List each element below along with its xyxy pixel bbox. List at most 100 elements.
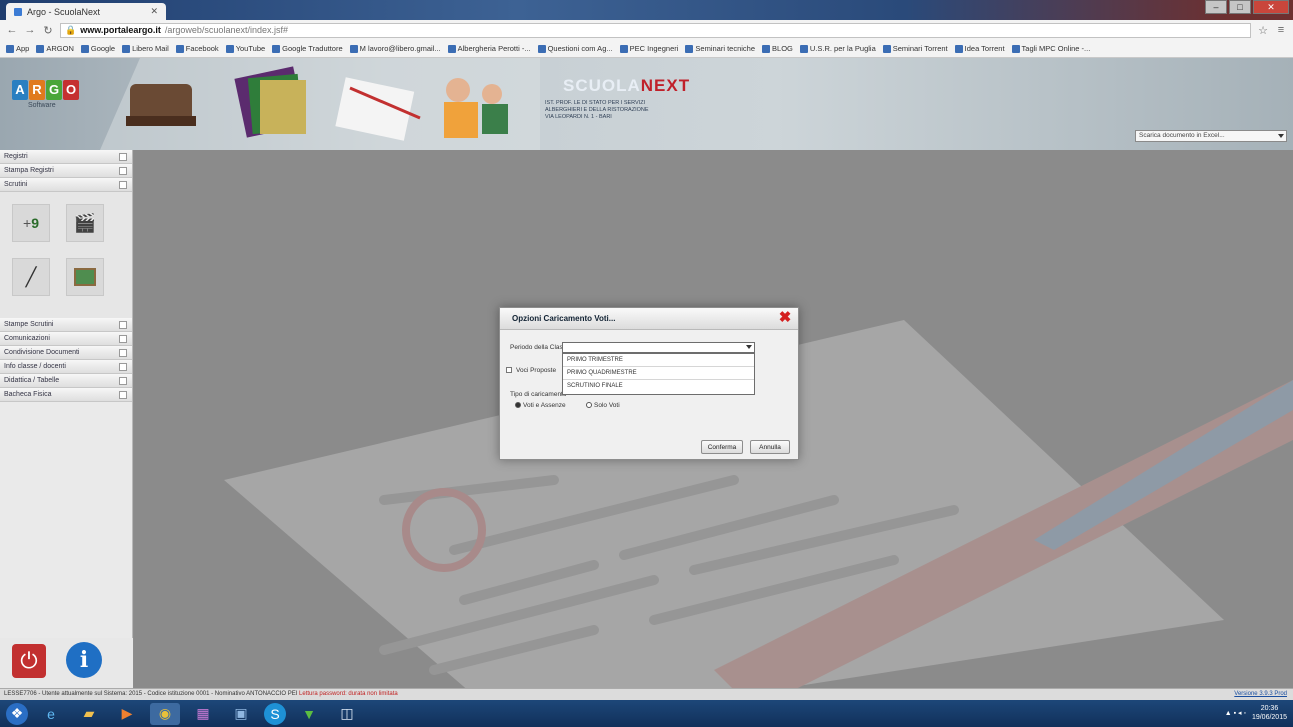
bookmark-icon	[225, 44, 234, 53]
bookmark-item[interactable]: Facebook	[175, 44, 219, 53]
bookmark-item[interactable]: Google	[80, 44, 116, 53]
radio-votes-absences[interactable]: Voti e Assenze	[515, 402, 566, 409]
bookmark-item[interactable]: App	[6, 44, 29, 53]
system-tray: ▲ ▪ ◂ ◦ 20:36 19/06/2015	[1225, 704, 1287, 722]
forward-icon[interactable]: →	[24, 24, 36, 36]
bookmark-item[interactable]: U.S.R. per la Puglia	[799, 44, 876, 53]
clapperboard-icon[interactable]: 🎬	[66, 204, 104, 242]
back-icon[interactable]: ←	[6, 24, 18, 36]
start-icon[interactable]: ❖	[6, 702, 28, 725]
bookmark-item[interactable]: Questioni com Ag...	[537, 44, 613, 53]
bookmark-item[interactable]: Tagli MPC Online -...	[1011, 44, 1090, 53]
period-dropdown: PRIMO TRIMESTRE PRIMO QUADRIMESTRE SCRUT…	[562, 353, 755, 395]
close-icon[interactable]: ✖	[778, 310, 792, 325]
bookmark-label: Libero Mail	[132, 44, 169, 53]
dialog-title: Opzioni Caricamento Voti... ✖	[500, 308, 798, 330]
bookmark-label: Google	[90, 44, 116, 53]
sidebar-item-condivisione[interactable]: Condivisione Documenti	[0, 346, 132, 360]
app-header: A R G O Software SCUOLANEXT IST. PROF. L…	[0, 58, 1293, 150]
period-select[interactable]	[562, 342, 755, 353]
sidebar-item-didattica[interactable]: Didattica / Tabelle	[0, 374, 132, 388]
sidebar-item-info-classe[interactable]: Info classe / docenti	[0, 360, 132, 374]
bookmark-item[interactable]: ARGON	[36, 44, 74, 53]
clock-time: 20:36	[1260, 705, 1279, 712]
menu-icon[interactable]: ≡	[1275, 24, 1287, 36]
bookmark-item[interactable]: YouTube	[225, 44, 265, 53]
address-bar[interactable]: 🔒 www.portaleargo.it /argoweb/scuolanext…	[60, 22, 1251, 38]
skype-icon[interactable]: S	[264, 702, 286, 725]
period-option[interactable]: PRIMO QUADRIMESTRE	[563, 367, 754, 380]
bookmark-icon	[6, 44, 14, 53]
logo-letter: R	[29, 80, 45, 100]
school-line: VIA LEOPARDI N. 1 - BARI	[545, 114, 612, 120]
media-icon[interactable]: ▶	[112, 703, 142, 725]
maximize-icon[interactable]: □	[1229, 0, 1251, 14]
logo-subtitle: Software	[28, 102, 56, 109]
header-select[interactable]: Scarica documento in Excel...	[1135, 130, 1287, 142]
bookmark-item[interactable]: Idea Torrent	[954, 44, 1005, 53]
bookmark-item[interactable]: PEC Ingegneri	[619, 44, 678, 53]
chrome-icon[interactable]: ◉	[150, 702, 180, 725]
bookmark-icon	[122, 44, 131, 53]
bookmark-label: Seminari Torrent	[892, 44, 948, 53]
folder-icon[interactable]: ▰	[74, 703, 104, 725]
proposal-label: Voci Proposte	[516, 367, 557, 374]
bookmark-icon	[175, 44, 184, 53]
sidebar-item-scrutini[interactable]: Scrutini	[0, 178, 132, 192]
tab-strip: Argo - ScuolaNext ✕ – □ ✕	[0, 0, 1293, 20]
app-icon[interactable]: ▣	[226, 703, 256, 725]
clock[interactable]: 20:36 19/06/2015	[1252, 704, 1287, 722]
bookmark-item[interactable]: Libero Mail	[122, 44, 169, 53]
logo-letter: O	[63, 80, 79, 100]
dialog-title-text: Opzioni Caricamento Voti...	[512, 314, 616, 323]
bookmark-item[interactable]: M lavoro@libero.gmail...	[349, 44, 441, 53]
bookmark-label: M lavoro@libero.gmail...	[359, 44, 441, 53]
pen-icon[interactable]: ╱	[12, 258, 50, 296]
clock-date: 19/06/2015	[1251, 714, 1287, 721]
bookmark-label: Idea Torrent	[964, 44, 1005, 53]
power-icon[interactable]: ⏻	[12, 644, 46, 678]
sidebar-item-registri[interactable]: Registri	[0, 150, 132, 164]
period-option[interactable]: PRIMO TRIMESTRE	[563, 354, 754, 367]
bookmark-item[interactable]: BLOG	[762, 44, 793, 53]
bookmark-icon	[799, 44, 808, 53]
confirm-button[interactable]: Conferma	[701, 440, 743, 454]
window-icon[interactable]: ◫	[332, 703, 362, 725]
radio-votes-absences-label: Voti e Assenze	[523, 402, 566, 409]
school-line: IST. PROF. LE DI STATO PER I SERVIZI	[545, 100, 646, 106]
bookmark-item[interactable]: Seminari Torrent	[882, 44, 948, 53]
bookmark-label: ARGON	[46, 44, 74, 53]
proposal-checkbox[interactable]	[506, 367, 512, 373]
bookmark-item[interactable]: Albergheria Perotti -...	[447, 44, 531, 53]
sidebar-item-stampe-scrutini[interactable]: Stampe Scrutini	[0, 318, 132, 332]
close-tab-icon[interactable]: ✕	[150, 6, 158, 17]
board-icon[interactable]	[66, 258, 104, 296]
grades-entry-icon[interactable]: +9	[12, 204, 50, 242]
calendar-icon[interactable]: ▦	[188, 703, 218, 725]
bookmark-item[interactable]: Seminari tecniche	[685, 44, 755, 53]
cancel-button[interactable]: Annulla	[750, 440, 790, 454]
ie-icon[interactable]: e	[36, 703, 66, 725]
radio-votes-only[interactable]: Solo Voti	[586, 402, 620, 409]
sidebar-item-comunicazioni[interactable]: Comunicazioni	[0, 332, 132, 346]
sidebar-item-stampa-registri[interactable]: Stampa Registri	[0, 164, 132, 178]
status-bar: LESSE7706 - Utente attualmente sul Siste…	[0, 688, 1293, 700]
minimize-icon[interactable]: –	[1205, 0, 1227, 14]
star-icon[interactable]: ☆	[1257, 24, 1269, 37]
period-option[interactable]: SCRUTINIO FINALE	[563, 380, 754, 393]
tray-icons[interactable]: ▲ ▪ ◂ ◦	[1225, 709, 1246, 717]
version-link[interactable]: Versione 3.9.3 Prod	[1234, 691, 1287, 697]
load-type-label: Tipo di caricamento	[510, 391, 567, 398]
bookmark-label: Questioni com Ag...	[547, 44, 613, 53]
browser-tab[interactable]: Argo - ScuolaNext ✕	[6, 3, 166, 20]
address-path: /argoweb/scuolanext/index.jsf#	[164, 25, 288, 35]
address-row: ← → ↻ 🔒 www.portaleargo.it /argoweb/scuo…	[0, 20, 1293, 40]
bookmark-label: App	[16, 44, 30, 53]
utorrent-icon[interactable]: ▼	[294, 703, 324, 725]
sidebar-item-bacheca[interactable]: Bacheca Fisica	[0, 388, 132, 402]
info-icon[interactable]: i	[66, 642, 102, 678]
close-window-icon[interactable]: ✕	[1253, 0, 1289, 14]
bookmark-item[interactable]: Google Traduttore	[272, 44, 343, 53]
brand-title: SCUOLANEXT	[563, 76, 690, 96]
reload-icon[interactable]: ↻	[42, 24, 54, 37]
